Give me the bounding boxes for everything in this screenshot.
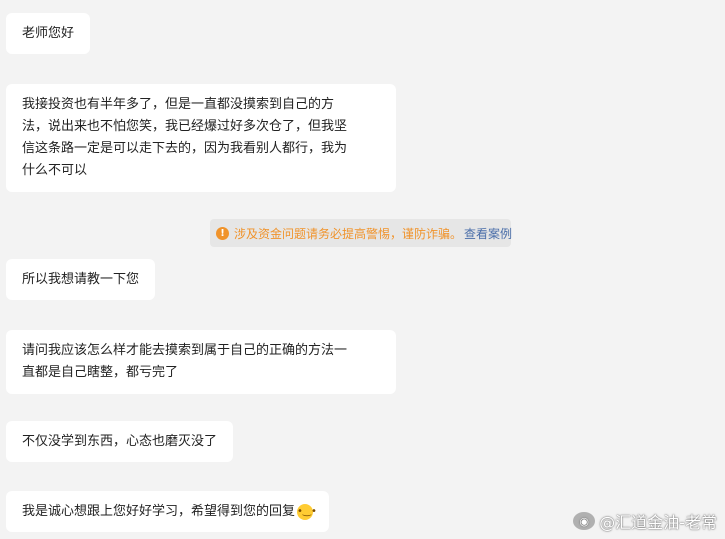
- message-text: 老师您好: [22, 25, 75, 41]
- watermark: ◉ @汇道金油-老常: [573, 509, 717, 533]
- fraud-warning-notice: ! 涉及资金问题请务必提高警惕，谨防诈骗。 查看案例: [210, 219, 512, 247]
- message-text: 我是诚心想跟上您好好学习，希望得到您的回复: [22, 503, 296, 519]
- message-bubble[interactable]: 我是诚心想跟上您好好学习，希望得到您的回复 •‿•: [6, 491, 330, 532]
- crying-face-emoji-icon: •‿•: [297, 503, 317, 520]
- message-text-line: 法，说出来也不怕您笑，我已经爆过好多次仓了，但我坚: [22, 119, 348, 134]
- message-bubble[interactable]: 老师您好: [6, 13, 91, 54]
- message-bubble[interactable]: 所以我想请教一下您: [6, 259, 156, 300]
- message-text: 所以我想请教一下您: [22, 271, 140, 287]
- message-bubble[interactable]: 请问我应该怎么样才能去摸索到属于自己的正确的方法一 直都是自己瞎整，都亏完了: [6, 330, 396, 394]
- message-text-line: 什么不可以: [22, 163, 88, 178]
- weibo-icon: ◉: [573, 512, 596, 530]
- message-bubble[interactable]: 我接投资也有半年多了，但是一直都没摸索到自己的方 法，说出来也不怕您笑，我已经爆…: [6, 84, 396, 192]
- message-text-line: 直都是自己瞎整，都亏完了: [22, 365, 179, 380]
- notice-text: 涉及资金问题请务必提高警惕，谨防诈骗。: [234, 226, 463, 241]
- view-cases-link[interactable]: 查看案例: [464, 225, 512, 242]
- warning-icon: !: [216, 226, 229, 240]
- message-text-line: 请问我应该怎么样才能去摸索到属于自己的正确的方法一: [22, 343, 348, 358]
- message-text-line: 我接投资也有半年多了，但是一直都没摸索到自己的方: [22, 97, 335, 112]
- watermark-text: @汇道金油-老常: [599, 513, 717, 532]
- message-text: 不仅没学到东西，心态也磨灭没了: [22, 433, 218, 449]
- message-bubble[interactable]: 不仅没学到东西，心态也磨灭没了: [6, 421, 234, 462]
- message-text-line: 信这条路一定是可以走下去的，因为我看别人都行，我为: [22, 141, 348, 156]
